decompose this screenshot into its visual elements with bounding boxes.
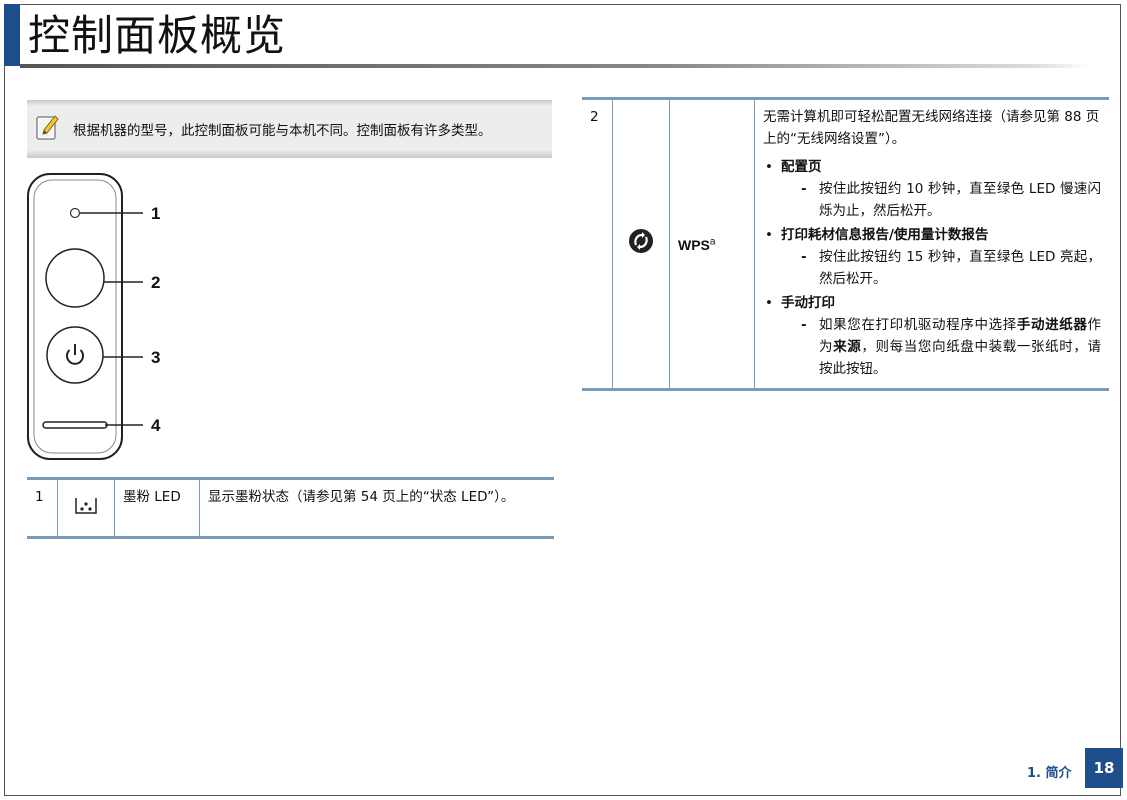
control-panel-diagram: 1 2 3 4 (27, 173, 161, 460)
title-rule (20, 64, 1090, 68)
wps-icon (612, 98, 670, 390)
status-bar (42, 421, 108, 429)
note-icon (35, 112, 61, 146)
note-box: 根据机器的型号，此控制面板可能与本机不同。控制面板有许多类型。 (27, 100, 552, 158)
table-row: 1 墨粉 LED 显示墨粉状态（请参见第 54 页上的“状态 LED”）。 (27, 478, 554, 538)
row-name: WPSa (669, 98, 755, 390)
page-title: 控制面板概览 (28, 11, 287, 60)
list-item: 手动打印 如果您在打印机驱动程序中选择手动进纸器作为来源，则每当您向纸盘中装载一… (763, 292, 1101, 380)
row-number: 1 (35, 489, 44, 505)
row-description: 显示墨粉状态（请参见第 54 页上的“状态 LED”）。 (199, 478, 554, 538)
page-number: 18 (1085, 748, 1123, 788)
list-item: 打印耗材信息报告/使用量计数报告 按住此按钮约 15 秒钟，直至绿色 LED 亮… (763, 224, 1101, 290)
list-item-detail: 如果您在打印机驱动程序中选择手动进纸器作为来源，则每当您向纸盘中装载一张纸时，请… (801, 314, 1101, 380)
row-number: 2 (590, 109, 599, 125)
title-accent-bar (4, 4, 20, 66)
wps-label: WPSa (678, 236, 716, 253)
callout-1: 1 (151, 204, 160, 223)
control-table-2: 2 WPSa 无需计算机即可轻松配置无线网络连接（请参见第 88 页上的“无线网… (582, 97, 1109, 391)
toner-icon (57, 478, 115, 538)
callout-2: 2 (151, 273, 160, 292)
list-item: 配置页 按住此按钮约 10 秒钟，直至绿色 LED 慢速闪烁为止，然后松开。 (763, 156, 1101, 222)
table-row: 2 WPSa 无需计算机即可轻松配置无线网络连接（请参见第 88 页上的“无线网… (582, 98, 1109, 390)
row-description: 无需计算机即可轻松配置无线网络连接（请参见第 88 页上的“无线网络设置”）。 … (754, 98, 1109, 390)
list-item-detail: 按住此按钮约 10 秒钟，直至绿色 LED 慢速闪烁为止，然后松开。 (801, 178, 1101, 222)
row-name: 墨粉 LED (114, 478, 200, 538)
callout-4: 4 (151, 416, 161, 435)
wps-button (45, 248, 105, 308)
control-table-1: 1 墨粉 LED 显示墨粉状态（请参见第 54 页上的“状态 LED”）。 (27, 477, 554, 539)
toner-led (69, 207, 81, 219)
note-text: 根据机器的型号，此控制面板可能与本机不同。控制面板有许多类型。 (73, 123, 492, 139)
wps-intro: 无需计算机即可轻松配置无线网络连接（请参见第 88 页上的“无线网络设置”）。 (763, 109, 1100, 147)
wps-function-list: 配置页 按住此按钮约 10 秒钟，直至绿色 LED 慢速闪烁为止，然后松开。 打… (763, 156, 1101, 380)
list-item-detail: 按住此按钮约 15 秒钟，直至绿色 LED 亮起，然后松开。 (801, 246, 1101, 290)
callout-3: 3 (151, 348, 160, 367)
chapter-label: 1. 简介 (1027, 766, 1072, 781)
